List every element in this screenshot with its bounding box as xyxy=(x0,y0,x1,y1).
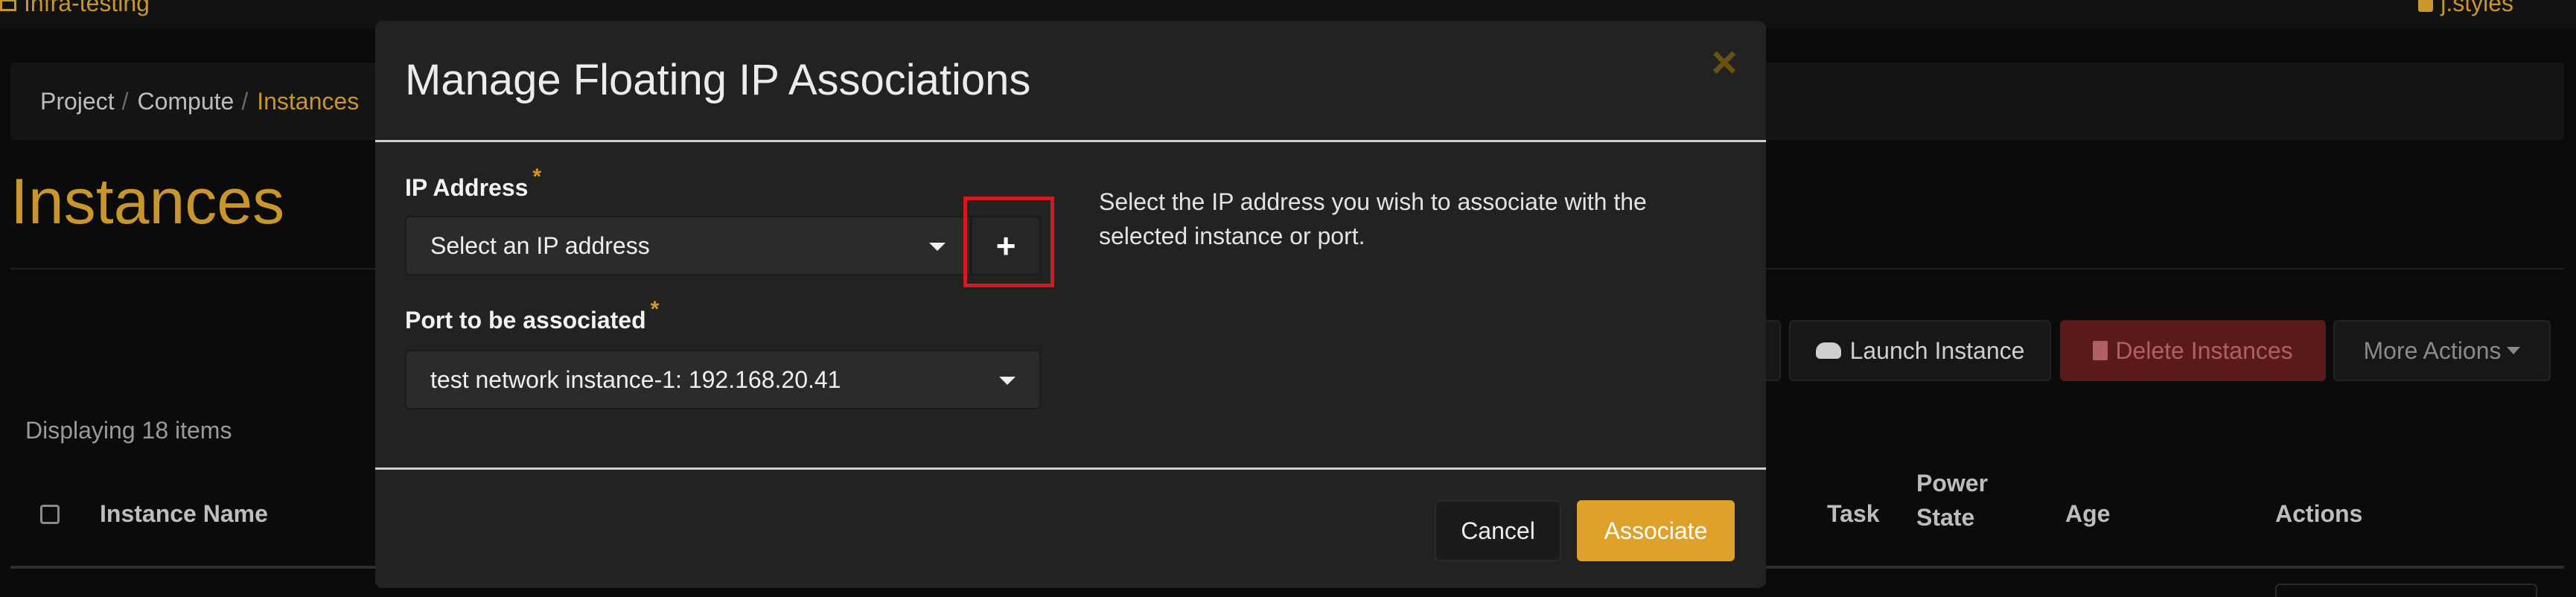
associate-button[interactable]: Associate xyxy=(1577,500,1735,561)
breadcrumb-instances[interactable]: Instances xyxy=(257,88,359,115)
select-all-checkbox[interactable] xyxy=(40,505,60,524)
column-task[interactable]: Task xyxy=(1827,500,1880,528)
trash-icon xyxy=(2093,341,2108,360)
column-actions: Actions xyxy=(2275,500,2363,527)
more-actions-label: More Actions xyxy=(2363,336,2502,364)
caret-down-icon xyxy=(2507,347,2521,354)
column-age[interactable]: Age xyxy=(2065,500,2110,528)
column-instance-name[interactable]: Instance Name xyxy=(100,500,268,528)
close-icon[interactable]: × xyxy=(1705,40,1744,85)
caret-down-icon xyxy=(999,377,1016,385)
port-label: Port to be associated * xyxy=(405,297,659,334)
user-menu[interactable]: j.styles xyxy=(2418,0,2513,17)
ip-address-label-text: IP Address xyxy=(405,174,529,201)
breadcrumb-compute[interactable]: Compute xyxy=(137,88,234,115)
project-name: Infra-testing xyxy=(24,0,150,16)
ip-address-label: IP Address * xyxy=(405,165,541,202)
cloud-upload-icon xyxy=(1815,342,1841,359)
item-count: Displaying 18 items xyxy=(25,417,232,444)
required-marker: * xyxy=(532,165,542,189)
floating-ip-modal: Manage Floating IP Associations × IP Add… xyxy=(375,21,1766,588)
modal-header-divider xyxy=(375,140,1766,142)
caret-down-icon xyxy=(929,243,946,251)
port-select-value: test network instance-1: 192.168.20.41 xyxy=(430,365,841,393)
delete-instances-button[interactable]: Delete Instances xyxy=(2060,320,2326,381)
highlight-box xyxy=(963,197,1054,287)
launch-instance-button[interactable]: Launch Instance xyxy=(1789,320,2051,381)
column-power-state[interactable]: Power State xyxy=(1916,466,2021,534)
project-selector[interactable]: Infra-testing xyxy=(0,0,150,17)
user-name: j.styles xyxy=(2440,0,2513,16)
cancel-button[interactable]: Cancel xyxy=(1435,500,1561,561)
project-icon xyxy=(0,0,16,11)
row-action-button[interactable] xyxy=(2275,584,2537,597)
required-marker: * xyxy=(650,297,660,322)
port-label-text: Port to be associated xyxy=(405,307,646,333)
help-text: Select the IP address you wish to associ… xyxy=(1099,188,1647,249)
modal-footer-divider xyxy=(375,467,1766,470)
ip-address-select-value: Select an IP address xyxy=(430,232,650,259)
port-select[interactable]: test network instance-1: 192.168.20.41 xyxy=(405,350,1041,409)
launch-instance-label: Launch Instance xyxy=(1849,336,2025,364)
delete-instances-label: Delete Instances xyxy=(2115,336,2293,364)
more-actions-button[interactable]: More Actions xyxy=(2333,320,2551,381)
user-icon xyxy=(2418,0,2434,12)
modal-title: Manage Floating IP Associations xyxy=(405,56,1031,104)
page-title: Instances xyxy=(10,166,285,237)
breadcrumb: Project / Compute / Instances xyxy=(40,88,360,115)
ip-address-select[interactable]: Select an IP address xyxy=(405,216,971,275)
breadcrumb-project[interactable]: Project xyxy=(40,88,115,115)
